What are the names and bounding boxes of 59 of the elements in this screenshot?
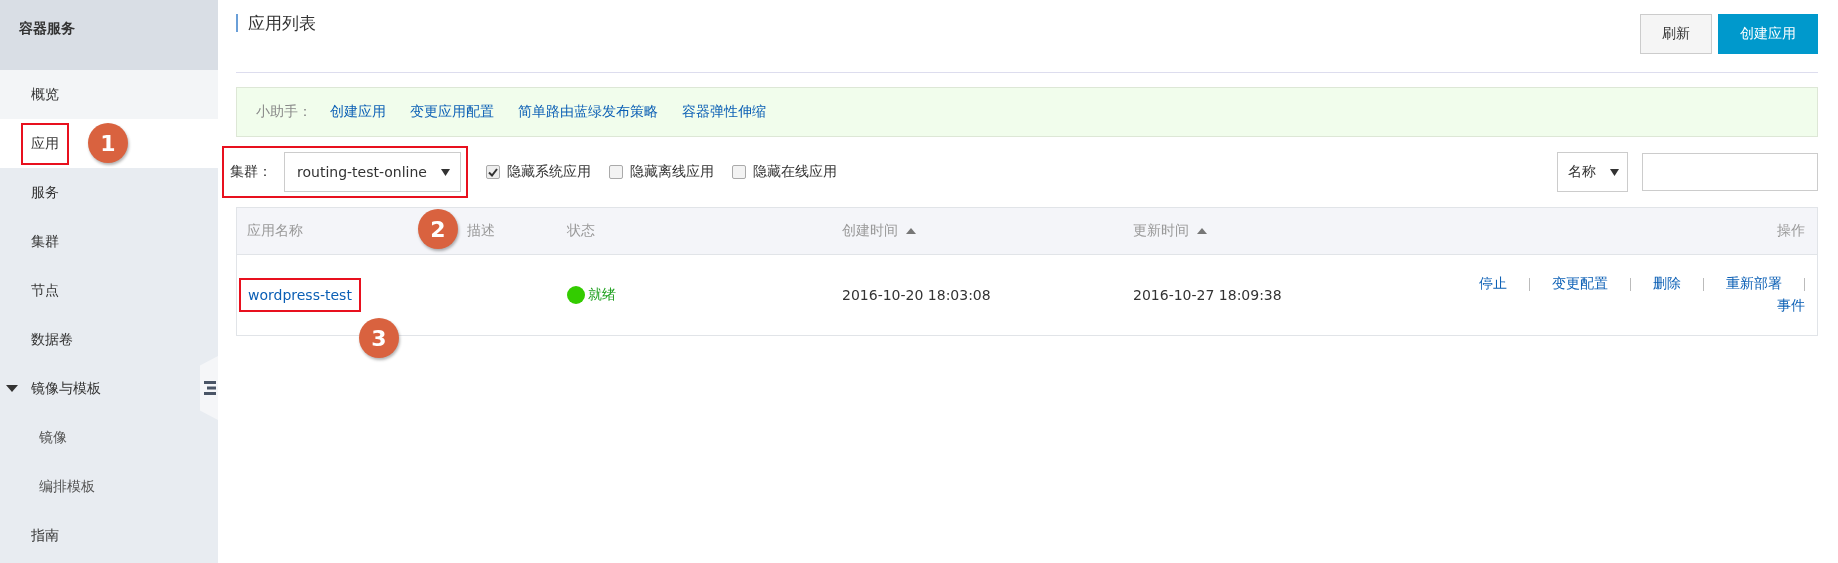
- sort-arrow-icon[interactable]: [1197, 228, 1207, 234]
- action-link[interactable]: 变更配置: [1552, 275, 1608, 293]
- table-cell: 2016-10-27 18:09:38: [1133, 287, 1282, 303]
- checkbox[interactable]: [609, 165, 623, 179]
- helper-link[interactable]: 创建应用: [330, 103, 386, 121]
- sidebar-label: 集群: [30, 231, 60, 251]
- dropdown-arrow-icon: [1610, 168, 1619, 176]
- caret-icon[interactable]: [6, 385, 18, 393]
- sidebar-subitem[interactable]: 编排模板: [0, 462, 218, 511]
- checkbox[interactable]: [732, 165, 746, 179]
- sidebar-item[interactable]: 概览: [0, 70, 218, 119]
- sidebar-title: 容器服务: [19, 20, 75, 38]
- page-title: 应用列表: [236, 14, 316, 32]
- callout-badge: 1: [88, 123, 128, 163]
- sidebar-item[interactable]: 服务: [0, 168, 218, 217]
- checkbox-label: 隐藏在线应用: [753, 163, 837, 181]
- sidebar-item[interactable]: 数据卷: [0, 315, 218, 364]
- sidebar-label: 指南: [30, 525, 60, 545]
- app-name-link[interactable]: wordpress-test: [239, 278, 361, 312]
- sidebar-subitem[interactable]: 镜像: [0, 413, 218, 462]
- helper-label: 小助手：: [256, 103, 312, 121]
- checkbox-label: 隐藏系统应用: [507, 163, 591, 181]
- column-header: 描述: [467, 222, 495, 240]
- sidebar-item[interactable]: 应用 1: [0, 119, 218, 168]
- checkbox-option[interactable]: 隐藏离线应用: [609, 163, 714, 181]
- sidebar-item[interactable]: 节点: [0, 266, 218, 315]
- checkbox-option[interactable]: 隐藏在线应用: [732, 163, 837, 181]
- sidebar-label: 应用: [21, 122, 69, 165]
- sidebar-item[interactable]: 集群: [0, 217, 218, 266]
- sidebar-label: 数据卷: [30, 329, 74, 349]
- sidebar-label: 镜像与模板: [30, 378, 102, 398]
- column-header: 应用名称: [247, 222, 303, 240]
- sort-arrow-icon[interactable]: [906, 228, 916, 234]
- checkbox-label: 隐藏离线应用: [630, 163, 714, 181]
- cluster-label: 集群：: [230, 163, 272, 181]
- search-by-select[interactable]: 名称: [1557, 152, 1628, 192]
- cluster-select[interactable]: routing-test-online: [284, 152, 461, 192]
- callout-badge: 3: [359, 318, 399, 358]
- table-cell: 2016-10-20 18:03:08: [842, 287, 991, 303]
- sidebar-label: 服务: [30, 182, 60, 202]
- action-link[interactable]: 重新部署: [1726, 275, 1782, 293]
- helper-link[interactable]: 容器弹性伸缩: [682, 103, 766, 121]
- column-header: 操作: [1777, 222, 1805, 240]
- sidebar-label: 节点: [30, 280, 60, 300]
- refresh-button[interactable]: 刷新: [1640, 14, 1712, 54]
- menu-icon[interactable]: [204, 379, 216, 397]
- column-header: 状态: [567, 222, 595, 240]
- action-link[interactable]: 事件: [1777, 297, 1805, 315]
- search-field[interactable]: [1642, 153, 1818, 191]
- checkbox-option[interactable]: 隐藏系统应用: [486, 163, 591, 181]
- sidebar-label: 概览: [30, 84, 60, 104]
- action-link[interactable]: 停止: [1479, 275, 1507, 293]
- dropdown-arrow-icon: [441, 168, 450, 176]
- helper-link[interactable]: 简单路由蓝绿发布策略: [518, 103, 658, 121]
- checkbox[interactable]: [486, 165, 500, 179]
- status-text: 就绪: [588, 286, 616, 304]
- sidebar-item[interactable]: 指南: [0, 511, 218, 560]
- action-link[interactable]: 删除: [1653, 275, 1681, 293]
- helper-link[interactable]: 变更应用配置: [410, 103, 494, 121]
